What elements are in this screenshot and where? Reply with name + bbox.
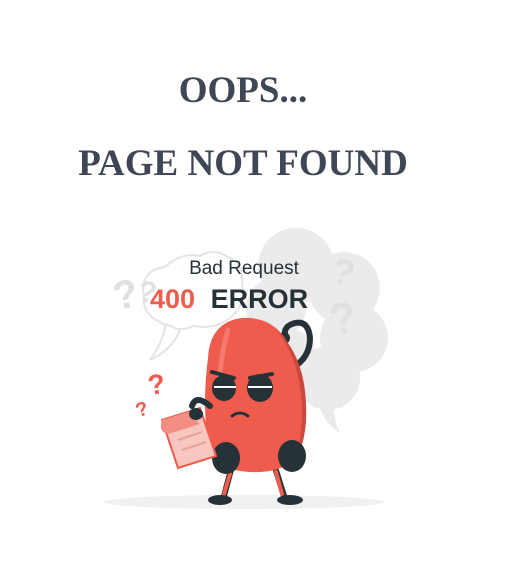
error-mascot-figure — [160, 317, 314, 505]
bad-request-label: Bad Request — [189, 258, 300, 279]
svg-text:?: ? — [146, 368, 167, 401]
error-code-word: ERROR — [211, 284, 309, 314]
ground-shadow — [104, 495, 384, 509]
error-code-number: 400 — [150, 284, 195, 314]
error-illustration-svg: ? ? ? ? Bad Request 400 ERROR ? ? — [104, 228, 388, 509]
error-illustration: ? ? ? ? Bad Request 400 ERROR ? ? — [96, 218, 396, 518]
heading-oops: OOPS... — [178, 70, 308, 111]
question-mark-icon: ? ? — [133, 368, 167, 422]
svg-text:?: ? — [133, 398, 151, 423]
heading-page-not-found: PAGE NOT FOUND — [78, 143, 408, 184]
error-code-label: 400 ERROR — [150, 284, 308, 314]
